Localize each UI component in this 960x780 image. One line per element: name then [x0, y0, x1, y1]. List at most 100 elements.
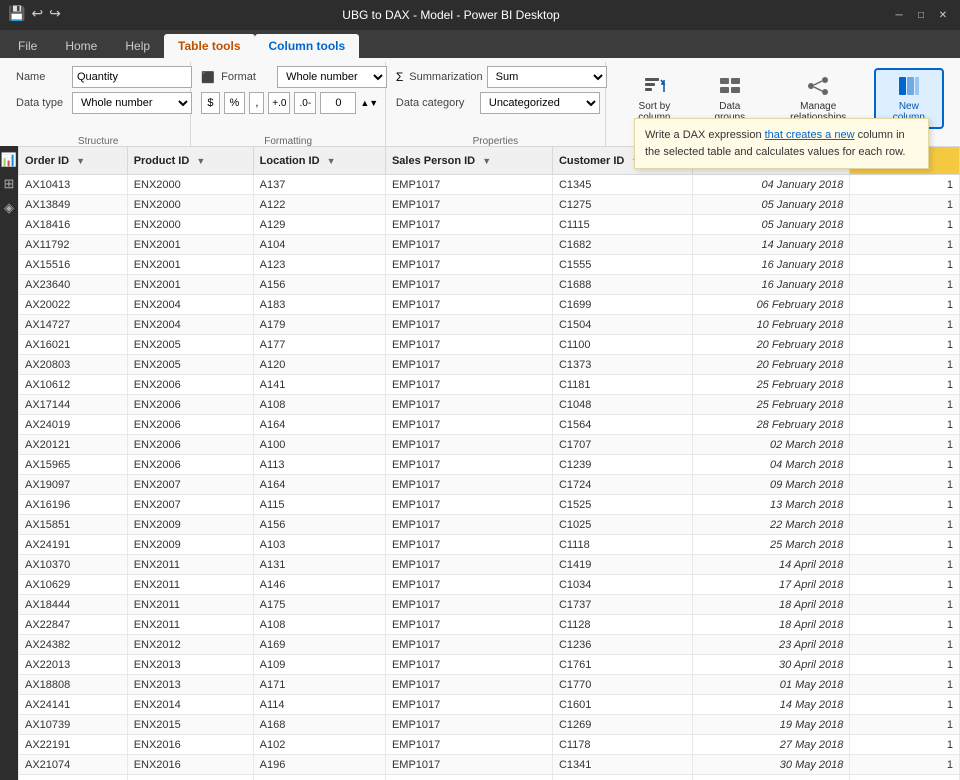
col-header-location-id[interactable]: Location ID ▼ — [253, 147, 385, 175]
datacategory-row: Data category Uncategorized — [396, 92, 607, 114]
table-row[interactable]: AX24382ENX2012A169EMP1017C123623 April 2… — [19, 635, 960, 655]
table-row[interactable]: AX24141ENX2014A114EMP1017C160114 May 201… — [19, 695, 960, 715]
table-row[interactable]: AX16196ENX2007A115EMP1017C152513 March 2… — [19, 495, 960, 515]
name-input[interactable] — [72, 66, 192, 88]
table-cell: C1118 — [552, 535, 693, 555]
table-cell: ENX2006 — [127, 435, 253, 455]
table-cell: ENX2006 — [127, 395, 253, 415]
table-cell: 14 April 2018 — [693, 555, 850, 575]
table-cell: AX24019 — [19, 415, 128, 435]
table-row[interactable]: AX22013ENX2013A109EMP1017C176130 April 2… — [19, 655, 960, 675]
table-row[interactable]: AX23640ENX2001A156EMP1017C168816 January… — [19, 275, 960, 295]
table-cell: EMP1017 — [385, 735, 552, 755]
table-cell: AX22191 — [19, 735, 128, 755]
table-row[interactable]: AX20022ENX2004A183EMP1017C169906 Februar… — [19, 295, 960, 315]
comma-button[interactable]: , — [249, 92, 264, 114]
table-row[interactable]: AX22878ENX2017A174EMP1017C148107 June 20… — [19, 775, 960, 780]
col-header-order-id[interactable]: Order ID ▼ — [19, 147, 128, 175]
datatype-select[interactable]: Whole number — [72, 92, 192, 114]
table-cell: 1 — [850, 255, 960, 275]
table-cell: 1 — [850, 235, 960, 255]
table-cell: 1 — [850, 195, 960, 215]
table-cell: ENX2011 — [127, 615, 253, 635]
table-cell: EMP1017 — [385, 695, 552, 715]
tab-table-tools[interactable]: Table tools — [164, 34, 254, 58]
percent-button[interactable]: % — [224, 92, 246, 114]
data-table-container[interactable]: Order ID ▼ Product ID ▼ Location ID ▼ Sa… — [18, 146, 960, 780]
left-sidebar: 📊 ⊞ ◈ — [0, 146, 18, 780]
table-row[interactable]: AX18808ENX2013A171EMP1017C177001 May 201… — [19, 675, 960, 695]
col-header-sales-person-id[interactable]: Sales Person ID ▼ — [385, 147, 552, 175]
table-cell: A113 — [253, 455, 385, 475]
data-view-icon[interactable]: ⊞ — [4, 176, 15, 192]
table-cell: 30 May 2018 — [693, 755, 850, 775]
table-cell: ENX2006 — [127, 455, 253, 475]
table-cell: 16 January 2018 — [693, 275, 850, 295]
table-row[interactable]: AX10629ENX2011A146EMP1017C103417 April 2… — [19, 575, 960, 595]
table-cell: EMP1017 — [385, 215, 552, 235]
table-row[interactable]: AX13849ENX2000A122EMP1017C127505 January… — [19, 195, 960, 215]
table-cell: 1 — [850, 515, 960, 535]
model-view-icon[interactable]: ◈ — [4, 200, 14, 216]
close-button[interactable]: ✕ — [936, 8, 950, 22]
table-row[interactable]: AX14727ENX2004A179EMP1017C150410 Februar… — [19, 315, 960, 335]
tab-home[interactable]: Home — [51, 34, 111, 58]
inc-decimal-button[interactable]: +.0 — [268, 92, 290, 114]
table-cell: A131 — [253, 555, 385, 575]
col-header-product-id[interactable]: Product ID ▼ — [127, 147, 253, 175]
maximize-button[interactable]: □ — [914, 8, 928, 22]
table-row[interactable]: AX10739ENX2015A168EMP1017C126919 May 201… — [19, 715, 960, 735]
table-row[interactable]: AX22191ENX2016A102EMP1017C117827 May 201… — [19, 735, 960, 755]
table-cell: ENX2016 — [127, 755, 253, 775]
table-cell: AX15516 — [19, 255, 128, 275]
undo-icon[interactable]: ↩ — [31, 5, 43, 22]
table-row[interactable]: AX15851ENX2009A156EMP1017C102522 March 2… — [19, 515, 960, 535]
format-select[interactable]: Whole number — [277, 66, 387, 88]
report-view-icon[interactable]: 📊 — [1, 152, 17, 168]
ribbon-group-structure: Name Data type Whole number Structure — [6, 62, 191, 149]
table-row[interactable]: AX16021ENX2005A177EMP1017C110020 Februar… — [19, 335, 960, 355]
table-cell: AX20121 — [19, 435, 128, 455]
table-row[interactable]: AX11792ENX2001A104EMP1017C168214 January… — [19, 235, 960, 255]
datacategory-select[interactable]: Uncategorized — [480, 92, 600, 114]
table-row[interactable]: AX10413ENX2000A137EMP1017C134504 January… — [19, 175, 960, 195]
minimize-button[interactable]: ─ — [892, 8, 906, 22]
table-row[interactable]: AX18416ENX2000A129EMP1017C111505 January… — [19, 215, 960, 235]
currency-button[interactable]: $ — [201, 92, 219, 114]
tab-column-tools[interactable]: Column tools — [255, 34, 360, 58]
table-row[interactable]: AX15965ENX2006A113EMP1017C123904 March 2… — [19, 455, 960, 475]
table-row[interactable]: AX19097ENX2007A164EMP1017C172409 March 2… — [19, 475, 960, 495]
table-row[interactable]: AX22847ENX2011A108EMP1017C112818 April 2… — [19, 615, 960, 635]
table-row[interactable]: AX18444ENX2011A175EMP1017C173718 April 2… — [19, 595, 960, 615]
table-row[interactable]: AX10612ENX2006A141EMP1017C118125 Februar… — [19, 375, 960, 395]
redo-icon[interactable]: ↪ — [49, 5, 61, 22]
table-cell: EMP1017 — [385, 415, 552, 435]
table-row[interactable]: AX15516ENX2001A123EMP1017C155516 January… — [19, 255, 960, 275]
table-cell: AX11792 — [19, 235, 128, 255]
table-row[interactable]: AX21074ENX2016A196EMP1017C134130 May 201… — [19, 755, 960, 775]
table-cell: A156 — [253, 275, 385, 295]
table-cell: 10 February 2018 — [693, 315, 850, 335]
dec-decimal-button[interactable]: .0- — [294, 92, 316, 114]
table-row[interactable]: AX10370ENX2011A131EMP1017C141914 April 2… — [19, 555, 960, 575]
table-row[interactable]: AX20803ENX2005A120EMP1017C137320 Februar… — [19, 355, 960, 375]
save-icon[interactable]: 💾 — [8, 5, 25, 22]
table-cell: ENX2009 — [127, 535, 253, 555]
table-cell: ENX2016 — [127, 735, 253, 755]
table-row[interactable]: AX20121ENX2006A100EMP1017C170702 March 2… — [19, 435, 960, 455]
table-row[interactable]: AX24191ENX2009A103EMP1017C111825 March 2… — [19, 535, 960, 555]
table-cell: A164 — [253, 475, 385, 495]
ribbon-tabs: File Home Help Table tools Column tools — [0, 30, 960, 58]
table-cell: AX22847 — [19, 615, 128, 635]
summarization-select[interactable]: Sum — [487, 66, 607, 88]
table-cell: A114 — [253, 695, 385, 715]
tab-file[interactable]: File — [4, 34, 51, 58]
decimal-input[interactable] — [320, 92, 356, 114]
tab-help[interactable]: Help — [111, 34, 164, 58]
table-row[interactable]: AX24019ENX2006A164EMP1017C156428 Februar… — [19, 415, 960, 435]
table-row[interactable]: AX17144ENX2006A108EMP1017C104825 Februar… — [19, 395, 960, 415]
summarization-row: Σ Summarization Sum — [396, 66, 607, 88]
table-cell: 25 February 2018 — [693, 395, 850, 415]
table-cell: C1688 — [552, 275, 693, 295]
decimal-spinner[interactable]: ▲▼ — [360, 98, 378, 108]
